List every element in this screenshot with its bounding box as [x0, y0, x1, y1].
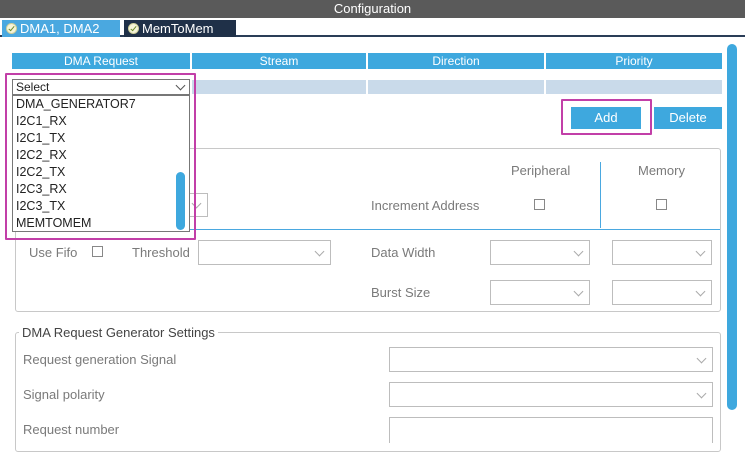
check-icon	[128, 23, 139, 34]
column-divider	[600, 162, 601, 228]
check-icon	[6, 23, 17, 34]
table-row-direction-cell[interactable]	[368, 80, 544, 94]
window-title: Configuration	[0, 0, 745, 18]
tab-label: MemToMem	[142, 21, 214, 36]
column-header-dma-request[interactable]: DMA Request	[12, 53, 190, 69]
memory-increment-checkbox[interactable]	[656, 199, 667, 210]
peripheral-burst-size-combo[interactable]	[490, 280, 590, 305]
request-signal-label: Request generation Signal	[23, 352, 177, 367]
increment-address-label: Increment Address	[371, 198, 480, 213]
threshold-combo[interactable]	[198, 240, 331, 265]
threshold-label: Threshold	[132, 245, 190, 260]
request-number-input[interactable]	[389, 417, 713, 443]
table-row-stream-cell[interactable]	[192, 80, 366, 94]
use-fifo-label: Use Fifo	[29, 245, 78, 260]
memory-header: Memory	[638, 163, 685, 178]
table-row-priority-cell[interactable]	[546, 80, 722, 94]
peripheral-increment-checkbox[interactable]	[534, 199, 545, 210]
memory-data-width-combo[interactable]	[612, 240, 712, 265]
signal-polarity-combo[interactable]	[389, 382, 713, 407]
peripheral-data-width-combo[interactable]	[490, 240, 590, 265]
column-header-direction[interactable]: Direction	[368, 53, 544, 69]
panel-scrollbar[interactable]	[727, 44, 737, 410]
request-signal-combo[interactable]	[389, 347, 713, 372]
use-fifo-checkbox[interactable]	[92, 246, 103, 257]
delete-button[interactable]: Delete	[654, 107, 722, 129]
signal-polarity-label: Signal polarity	[23, 387, 105, 402]
column-header-priority[interactable]: Priority	[546, 53, 722, 69]
dropdown-highlight	[5, 73, 196, 240]
add-button[interactable]: Add	[571, 107, 641, 129]
generator-settings-title: DMA Request Generator Settings	[19, 325, 218, 340]
peripheral-header: Peripheral	[511, 163, 571, 178]
memory-burst-size-combo[interactable]	[612, 280, 712, 305]
request-number-label: Request number	[23, 422, 120, 437]
column-header-stream[interactable]: Stream	[192, 53, 366, 69]
tab-label: DMA1, DMA2	[20, 21, 100, 36]
data-width-label: Data Width	[371, 245, 436, 260]
burst-size-label: Burst Size	[371, 285, 431, 300]
tab-dma1-dma2[interactable]: DMA1, DMA2	[2, 20, 120, 37]
tab-memtomem[interactable]: MemToMem	[124, 20, 236, 37]
